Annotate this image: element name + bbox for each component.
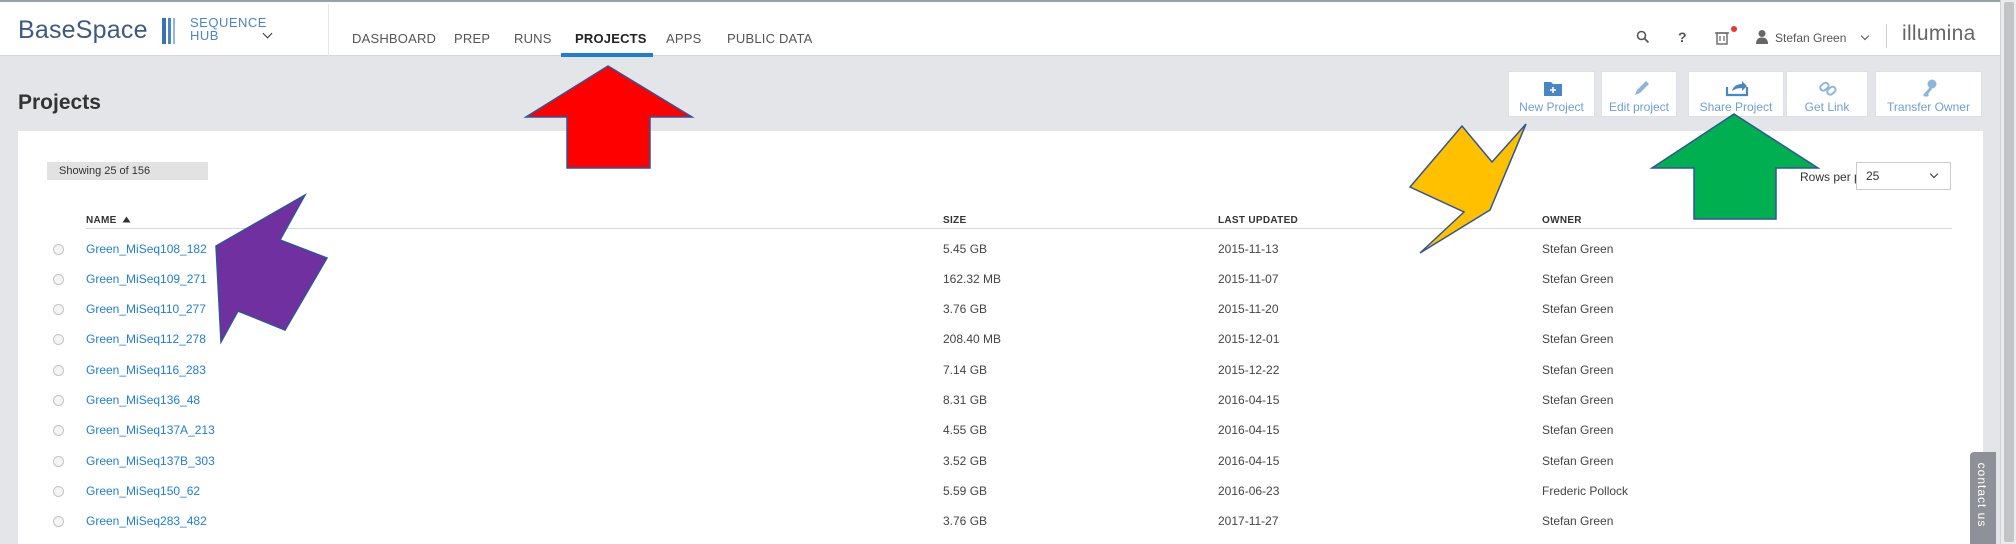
- contact-us-label: contact us: [1975, 462, 1989, 528]
- green-arrow-annotation: [1649, 113, 1821, 220]
- annotation-arrows: [215, 65, 1821, 345]
- purple-arrow-annotation: [215, 193, 329, 345]
- red-arrow-annotation: [523, 65, 695, 169]
- yellow-arrow-annotation: [1408, 123, 1527, 254]
- page-scrollbar[interactable]: [2000, 0, 2016, 544]
- contact-us-tab[interactable]: contact us: [1970, 452, 1996, 544]
- scrollbar-thumb[interactable]: [2004, 2, 2014, 542]
